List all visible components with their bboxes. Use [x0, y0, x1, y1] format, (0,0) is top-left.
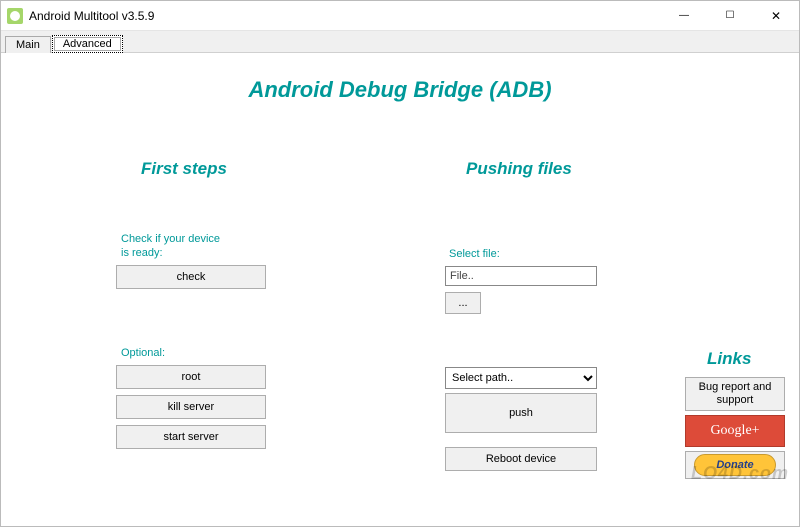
path-select[interactable]: Select path.. — [445, 367, 597, 389]
check-label: Check if your device is ready: — [121, 233, 231, 261]
google-plus-button[interactable]: Google+ — [685, 415, 785, 447]
file-input[interactable] — [445, 266, 597, 286]
check-button[interactable]: check — [116, 265, 266, 289]
close-button[interactable]: ✕ — [753, 1, 799, 31]
bug-report-button[interactable]: Bug report and support — [685, 377, 785, 411]
content-area: Android Debug Bridge (ADB) First steps C… — [1, 53, 799, 526]
kill-server-button[interactable]: kill server — [116, 395, 266, 419]
push-button[interactable]: push — [445, 393, 597, 433]
first-steps-heading: First steps — [141, 159, 227, 179]
titlebar: Android Multitool v3.5.9 — ☐ ✕ — [1, 1, 799, 31]
app-icon — [7, 8, 23, 24]
tab-advanced[interactable]: Advanced — [52, 35, 123, 53]
minimize-button[interactable]: — — [661, 1, 707, 31]
links-heading: Links — [707, 349, 751, 369]
browse-button[interactable]: ... — [445, 292, 481, 314]
start-server-button[interactable]: start server — [116, 425, 266, 449]
root-button[interactable]: root — [116, 365, 266, 389]
maximize-button[interactable]: ☐ — [707, 1, 753, 31]
reboot-device-button[interactable]: Reboot device — [445, 447, 597, 471]
watermark: LO4D.com — [691, 463, 789, 484]
tab-main[interactable]: Main — [5, 36, 51, 53]
tab-bar: Main Advanced — [1, 31, 799, 53]
window-title: Android Multitool v3.5.9 — [29, 9, 154, 23]
page-title: Android Debug Bridge (ADB) — [1, 77, 799, 103]
google-plus-label: Google+ — [710, 423, 759, 439]
pushing-files-heading: Pushing files — [466, 159, 572, 179]
select-file-label: Select file: — [449, 248, 500, 260]
optional-label: Optional: — [121, 347, 165, 359]
